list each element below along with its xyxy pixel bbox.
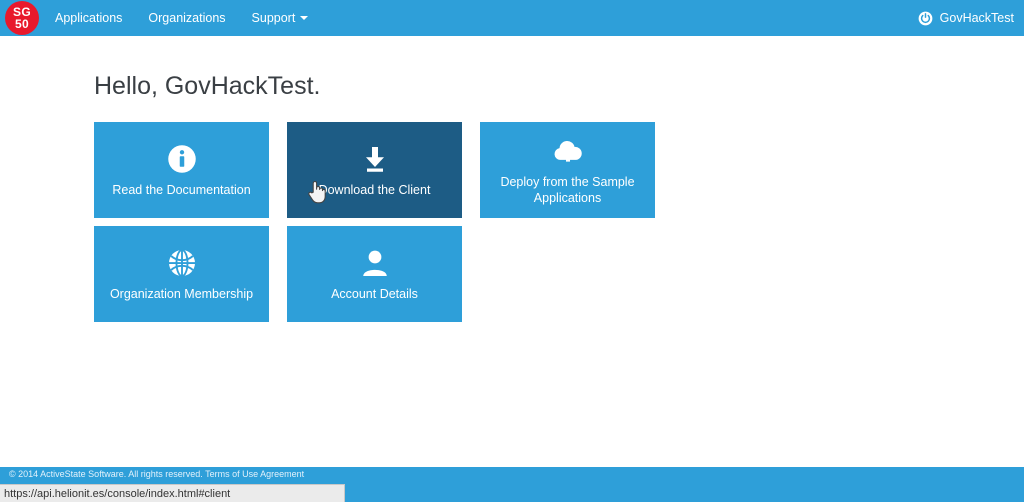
tile-read-the-documentation-label: Read the Documentation	[112, 183, 251, 197]
nav-item-applications[interactable]: Applications	[42, 0, 135, 36]
nav-item-applications-label: Applications	[55, 11, 123, 25]
footer-copyright: © 2014 ActiveState Software. All rights …	[9, 469, 304, 479]
nav-item-organizations-label: Organizations	[148, 11, 226, 25]
tile-row-1: Read the Documentation Download the Clie…	[94, 122, 714, 218]
tile-organization-membership-label: Organization Membership	[109, 287, 254, 301]
tile-row-2: Organization Membership Account Details	[94, 226, 714, 322]
tile-download-the-client-label: Download the Client	[318, 183, 431, 197]
cloud-upload-icon	[551, 134, 585, 168]
tile-account-details-label: Account Details	[331, 287, 418, 301]
footer-copyright-text: © 2014 ActiveState Software. All rights …	[9, 469, 203, 479]
tile-download-the-client[interactable]: Download the Client	[287, 122, 462, 218]
browser-status-bar: https://api.helionit.es/console/index.ht…	[0, 484, 345, 502]
page-title: Hello, GovHackTest.	[94, 72, 321, 100]
tile-grid: Read the Documentation Download the Clie…	[94, 122, 714, 330]
tile-account-details[interactable]: Account Details	[287, 226, 462, 322]
download-icon	[360, 142, 390, 176]
nav-links: Applications Organizations Support	[42, 0, 321, 36]
user-icon	[360, 246, 390, 280]
nav-item-organizations[interactable]: Organizations	[135, 0, 238, 36]
user-menu[interactable]: GovHackTest	[918, 0, 1014, 36]
info-circle-icon	[167, 142, 197, 176]
globe-icon	[167, 246, 197, 280]
logo-line-bottom: 50	[15, 17, 29, 31]
tile-read-the-documentation[interactable]: Read the Documentation	[94, 122, 269, 218]
chevron-down-icon	[300, 16, 309, 20]
nav-item-support-label: Support	[251, 11, 296, 25]
nav-item-support[interactable]: Support	[239, 0, 322, 36]
tile-organization-membership[interactable]: Organization Membership	[94, 226, 269, 322]
footer-terms-link[interactable]: Terms of Use Agreement	[205, 469, 304, 479]
power-icon	[918, 11, 933, 26]
status-bar-url: https://api.helionit.es/console/index.ht…	[4, 487, 231, 500]
main-content: Hello, GovHackTest. Read the Documentati…	[0, 36, 1024, 467]
tile-deploy-from-the-sample-applications[interactable]: Deploy from the Sample Applications	[480, 122, 655, 218]
user-menu-label: GovHackTest	[939, 11, 1014, 25]
top-navigation-bar: SG 50 Applications Organizations Support…	[0, 0, 1024, 36]
tile-deploy-from-the-sample-applications-label: Deploy from the Sample Applications	[500, 175, 635, 205]
sg50-logo-icon[interactable]: SG 50	[5, 1, 39, 35]
